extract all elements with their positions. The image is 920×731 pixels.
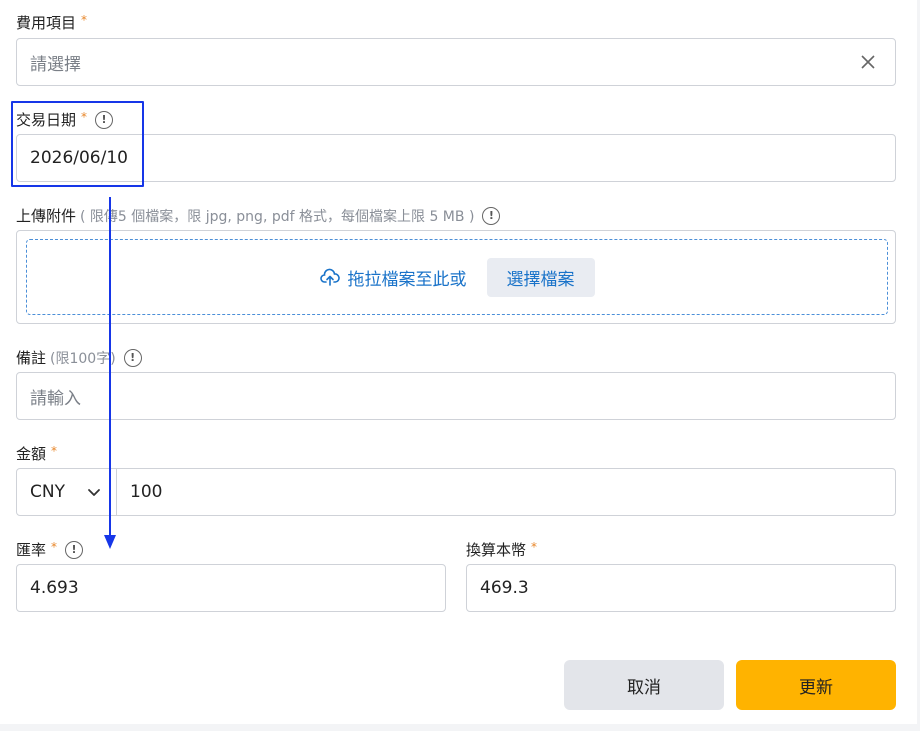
required-mark: * bbox=[51, 539, 58, 554]
note-hint: (限100字) bbox=[50, 350, 116, 367]
expense-item-select[interactable]: 請選擇 bbox=[16, 38, 896, 86]
attachment-upload-box: 拖拉檔案至此或 選擇檔案 bbox=[16, 230, 896, 324]
attachment-hint: ( 限傳5 個檔案，限 jpg, png, pdf 格式，每個檔案上限 5 MB… bbox=[80, 208, 475, 225]
attachment-label: 上傳附件 ( 限傳5 個檔案，限 jpg, png, pdf 格式，每個檔案上限… bbox=[16, 205, 501, 226]
upload-cloud-icon bbox=[319, 268, 340, 286]
close-icon[interactable] bbox=[858, 52, 878, 72]
transaction-date-input[interactable]: 2026/06/10 bbox=[16, 134, 896, 182]
note-label: 備註 (限100字) ! bbox=[16, 347, 142, 368]
expense-item-label: 費用項目 * bbox=[16, 12, 88, 33]
info-icon[interactable]: ! bbox=[123, 348, 142, 367]
expense-form: 費用項目 * 請選擇 交易日期 * ! 2026/06/10 上傳附件 ( 限傳… bbox=[0, 0, 917, 724]
currency-select[interactable]: CNY bbox=[16, 468, 117, 516]
info-icon[interactable]: ! bbox=[65, 540, 84, 559]
amount-input[interactable]: 100 bbox=[116, 468, 896, 516]
required-mark: * bbox=[531, 539, 538, 554]
required-mark: * bbox=[51, 443, 58, 458]
choose-file-button[interactable]: 選擇檔案 bbox=[486, 257, 595, 297]
exchange-rate-input[interactable]: 4.693 bbox=[16, 564, 446, 612]
converted-amount-label: 換算本幣 * bbox=[466, 539, 538, 560]
converted-amount-input[interactable]: 469.3 bbox=[466, 564, 896, 612]
chevron-down-icon bbox=[88, 489, 100, 496]
required-mark: * bbox=[81, 109, 88, 124]
transaction-date-label: 交易日期 * ! bbox=[16, 109, 114, 130]
exchange-rate-label: 匯率 * ! bbox=[16, 539, 84, 560]
amount-label: 金額 * bbox=[16, 443, 58, 464]
required-mark: * bbox=[81, 12, 88, 27]
update-button[interactable]: 更新 bbox=[736, 660, 896, 710]
dropzone-text: 拖拉檔案至此或 bbox=[347, 269, 467, 290]
info-icon[interactable]: ! bbox=[95, 110, 114, 129]
attachment-dropzone[interactable]: 拖拉檔案至此或 選擇檔案 bbox=[26, 239, 888, 315]
note-input[interactable]: 請輸入 bbox=[16, 372, 896, 420]
info-icon[interactable]: ! bbox=[482, 206, 501, 225]
cancel-button[interactable]: 取消 bbox=[564, 660, 724, 710]
